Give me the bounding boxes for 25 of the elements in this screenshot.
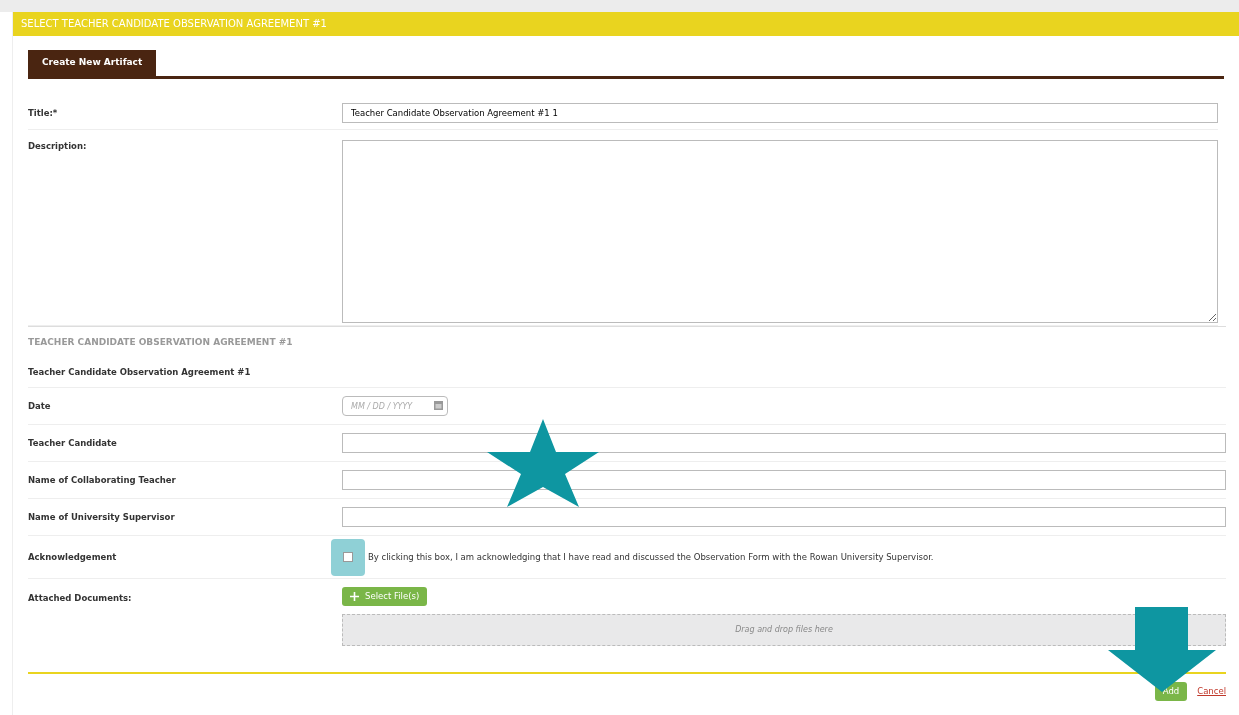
field-label: Attached Documents: — [28, 592, 133, 605]
text-field[interactable] — [342, 507, 1226, 527]
date-field[interactable]: MM / DD / YYYY — [342, 396, 448, 416]
text-field[interactable]: Teacher Candidate Observation Agreement #1 1 — [342, 103, 1218, 123]
star-icon — [487, 419, 599, 507]
description-field[interactable] — [342, 140, 1218, 323]
field-label: Description: — [28, 140, 88, 153]
acknowledgement-text: By clicking this box, I am acknowledging that I have read and discussed the Observation Form with the Rowan University Supervisor. — [368, 550, 934, 564]
plus-icon — [350, 592, 359, 601]
tab[interactable]: Create New Artifact — [28, 50, 157, 76]
calendar-icon[interactable] — [434, 401, 443, 410]
text-field[interactable] — [342, 433, 1226, 453]
section-subheading: Teacher Candidate Observation Agreement #1 — [28, 366, 252, 379]
text-field[interactable] — [342, 470, 1226, 490]
field-label: Name of Collaborating Teacher — [28, 473, 177, 487]
field-label: Acknowledgement — [28, 550, 118, 564]
header-title: SELECT TEACHER CANDIDATE OBSERVATION AGREEMENT #1 — [13, 12, 1239, 36]
field-label: Teacher Candidate — [28, 436, 118, 450]
drop-zone[interactable]: Drag and drop files here — [342, 614, 1226, 646]
field-label: Date — [28, 399, 52, 413]
section-heading: TEACHER CANDIDATE OBSERVATION AGREEMENT #1 — [28, 335, 293, 349]
field-label: Title:* — [28, 106, 59, 120]
field-label: Name of University Supervisor — [28, 510, 176, 524]
checkbox[interactable] — [343, 552, 353, 562]
cancel-link[interactable]: Cancel — [1197, 685, 1226, 698]
